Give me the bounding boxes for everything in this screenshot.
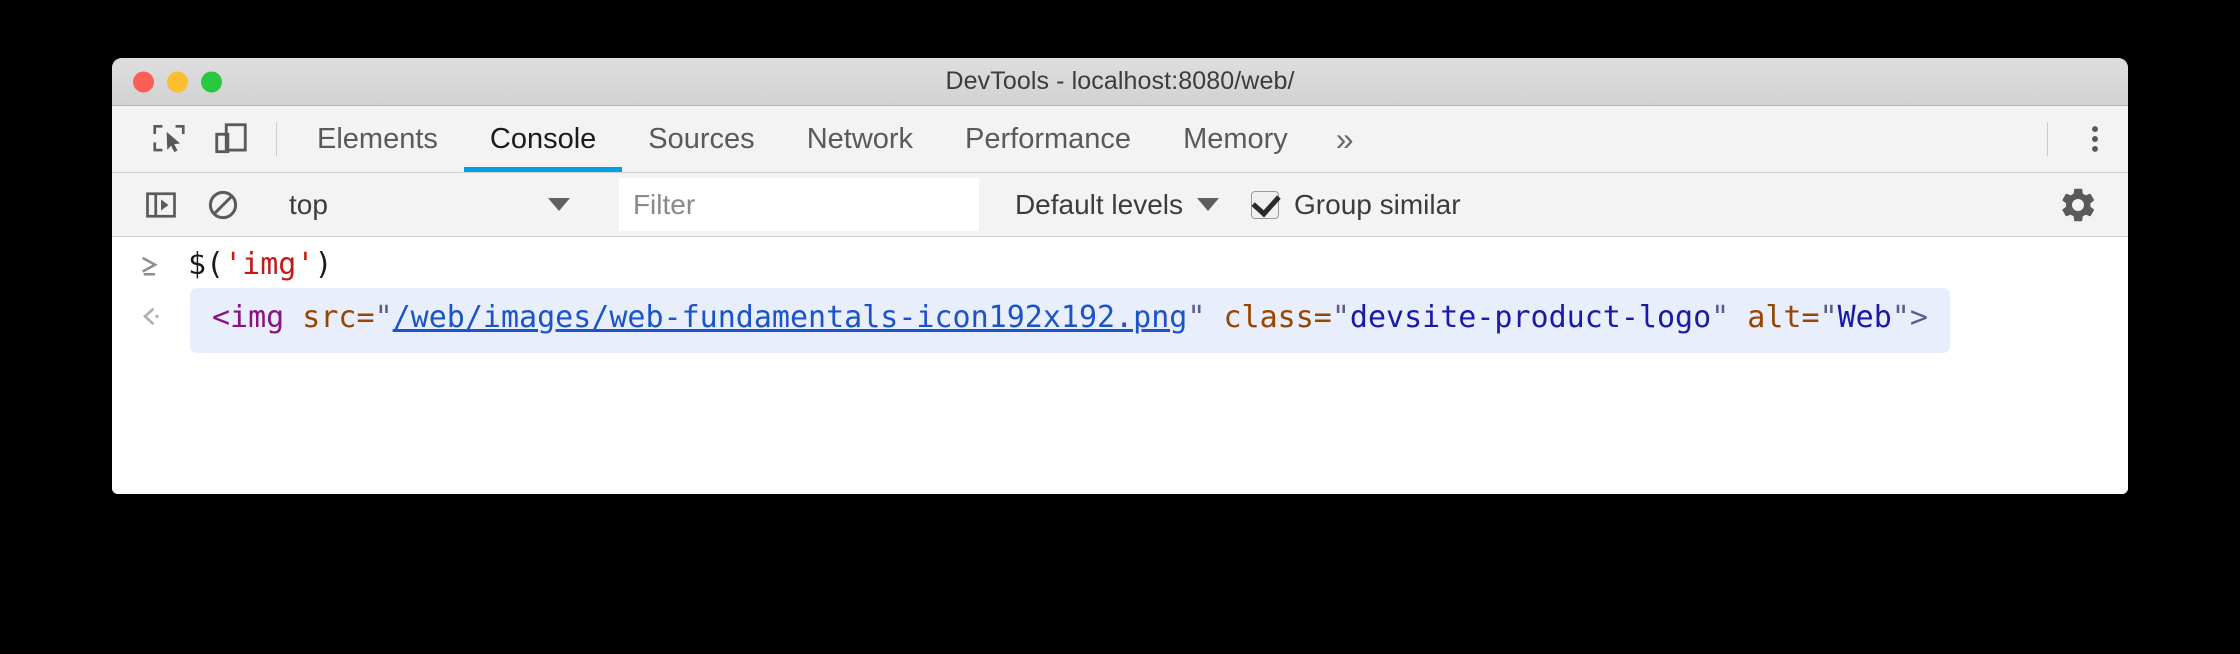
expression-suffix: ) (314, 247, 333, 282)
quote-close-src: " (1187, 300, 1206, 335)
src-value-link[interactable]: /web/images/web-fundamentals-icon192x192… (393, 300, 1188, 335)
quote-open-src: " (374, 300, 393, 335)
window-title: DevTools - localhost:8080/web/ (945, 67, 1295, 95)
chevron-down-icon (1197, 198, 1220, 211)
tabbar-right-group (2033, 106, 2128, 172)
expression-prefix: $( (188, 247, 225, 282)
html-attr-alt: alt= (1729, 300, 1820, 335)
output-return-icon (112, 288, 188, 332)
tab-label: Elements (317, 122, 438, 155)
execution-context-label: top (289, 188, 328, 220)
tab-label: Memory (1183, 122, 1288, 155)
settings-gear-icon[interactable] (2050, 185, 2106, 225)
tab-console[interactable]: Console (463, 106, 623, 172)
minimize-window-button[interactable] (167, 71, 188, 92)
more-tabs-label: » (1335, 120, 1354, 157)
group-similar-label: Group similar (1294, 188, 1461, 220)
filter-input[interactable] (618, 178, 979, 231)
html-tag-name: <img (212, 300, 285, 335)
alt-value: Web (1837, 300, 1892, 335)
inspect-element-icon[interactable] (138, 106, 200, 172)
log-levels-label: Default levels (1014, 188, 1184, 220)
tab-network[interactable]: Network (781, 106, 939, 172)
quote-open-class: " (1331, 300, 1350, 335)
html-attr-src: src= (284, 300, 375, 335)
device-toolbar-icon[interactable] (200, 106, 262, 172)
tab-elements[interactable]: Elements (291, 106, 464, 172)
quote-close-alt: " (1891, 300, 1910, 335)
tab-label: Console (489, 122, 597, 155)
input-prompt-icon (112, 237, 188, 281)
class-value: devsite-product-logo (1349, 300, 1712, 335)
console-input-row[interactable]: $('img') (112, 237, 2128, 282)
tab-sources[interactable]: Sources (622, 106, 780, 172)
devtools-tab-bar: Elements Console Sources Network Perform… (112, 106, 2128, 173)
traffic-light-buttons (133, 71, 222, 92)
tabbar-divider (276, 122, 277, 156)
html-attr-class: class= (1205, 300, 1332, 335)
devtools-window: DevTools - localhost:8080/web/ Elements … (112, 58, 2128, 494)
tag-close-bracket: > (1909, 300, 1928, 335)
close-window-button[interactable] (133, 71, 154, 92)
tab-performance[interactable]: Performance (939, 106, 1157, 172)
chevron-down-icon (547, 198, 570, 211)
execution-context-selector[interactable]: top (289, 189, 570, 221)
expression-string-literal: 'img' (224, 247, 315, 282)
tab-label: Performance (965, 122, 1132, 155)
log-levels-selector[interactable]: Default levels (1014, 188, 1220, 221)
console-input-expression: $('img') (188, 237, 333, 282)
console-toolbar: top Default levels Group similar (112, 173, 2128, 237)
tab-label: Sources (648, 122, 755, 155)
title-bar: DevTools - localhost:8080/web/ (112, 58, 2128, 106)
quote-open-alt: " (1819, 300, 1838, 335)
tab-memory[interactable]: Memory (1157, 106, 1314, 172)
group-similar-toggle[interactable]: Group similar (1251, 188, 1461, 221)
tabbar-divider-right (2047, 122, 2048, 156)
clear-console-icon[interactable] (192, 187, 254, 223)
maximize-window-button[interactable] (201, 71, 222, 92)
console-output-area[interactable]: $('img') <img src="/web/images/web-funda… (112, 237, 2128, 494)
tab-label: Network (806, 122, 914, 155)
console-output-html: <img src="/web/images/web-fundamentals-i… (190, 288, 1950, 353)
more-options-icon[interactable] (2062, 106, 2128, 172)
quote-close-class: " (1711, 300, 1730, 335)
console-sidebar-icon[interactable] (130, 187, 192, 223)
group-similar-checkbox[interactable] (1251, 190, 1280, 219)
console-output-row[interactable]: <img src="/web/images/web-fundamentals-i… (112, 288, 2128, 353)
more-tabs-icon[interactable]: » (1314, 106, 1376, 172)
